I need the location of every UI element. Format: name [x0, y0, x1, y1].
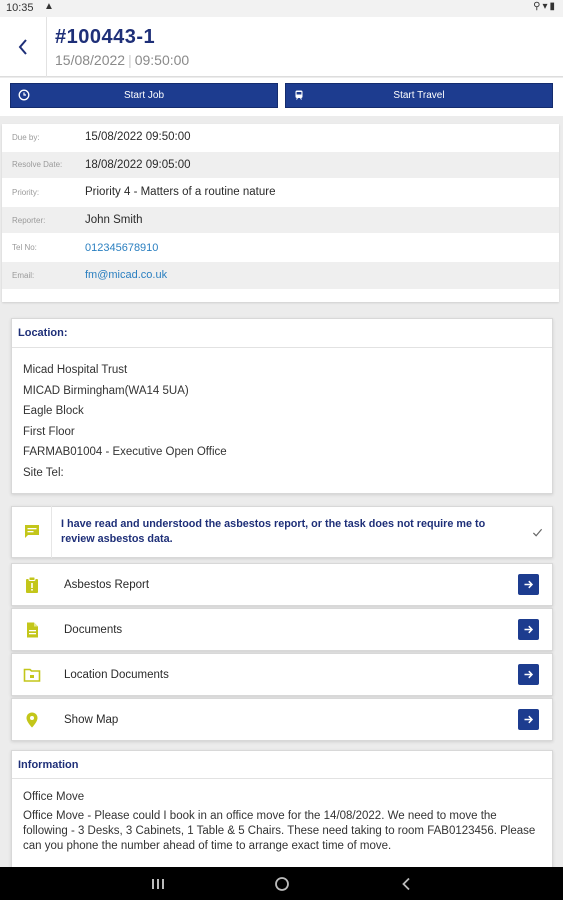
location-card: Location: Micad Hospital Trust MICAD Bir… [11, 318, 553, 494]
job-date: 15/08/2022 [55, 52, 126, 68]
detail-value: 15/08/2022 09:50:00 [85, 131, 191, 144]
start-travel-label: Start Travel [393, 90, 445, 101]
detail-row-tel: Tel No: 012345678910 [2, 234, 559, 262]
map-pin-icon [12, 698, 52, 741]
detail-label: Resolve Date: [12, 160, 63, 170]
document-icon [12, 608, 52, 651]
chat-icon [12, 506, 52, 558]
arrow-right-icon[interactable] [518, 664, 539, 685]
location-line: Eagle Block [23, 405, 84, 417]
action-bar: Start Job Start Travel [0, 78, 563, 116]
documents-row[interactable]: Documents [11, 608, 553, 651]
asbestos-ack-text: I have read and understood the asbestos … [61, 518, 486, 545]
detail-label: Priority: [12, 187, 40, 197]
detail-label: Email: [12, 270, 35, 280]
detail-label: Reporter: [12, 215, 46, 225]
detail-row-resolve: Resolve Date: 18/08/2022 09:05:00 [2, 151, 559, 180]
back-button[interactable] [0, 17, 47, 77]
location-line: First Floor [23, 425, 75, 438]
location-title: Location: [12, 319, 552, 348]
asbestos-acknowledgement[interactable]: I have read and understood the asbestos … [11, 506, 553, 558]
detail-label: Due by: [12, 132, 40, 142]
folder-icon [12, 653, 52, 696]
information-card: Information Office Move Office Move - Pl… [11, 750, 553, 870]
train-icon [295, 90, 303, 100]
job-header: #100443-1 15/08/2022 | 09:50:00 [0, 17, 563, 77]
job-time: 09:50:00 [134, 52, 190, 68]
location-line: Micad Hospital Trust [23, 364, 128, 376]
clock-icon [18, 89, 30, 101]
detail-row-due: Due by: 15/08/2022 09:50:00 [2, 124, 559, 152]
divider: | [128, 52, 132, 68]
system-nav-bar [0, 867, 563, 900]
information-body: Office Move Office Move - Please could I… [12, 779, 552, 854]
location-documents-row[interactable]: Location Documents [11, 653, 553, 696]
detail-value: 18/08/2022 09:05:00 [85, 158, 191, 171]
status-time: 10:35 [6, 2, 34, 14]
location-line: Site Tel: [23, 466, 64, 479]
chevron-left-icon [18, 39, 27, 55]
information-subject: Office Move [23, 791, 85, 803]
start-job-button[interactable]: Start Job [10, 83, 278, 108]
show-map-label: Show Map [64, 713, 119, 726]
job-number: #100443-1 [55, 26, 156, 48]
detail-label: Tel No: [12, 243, 37, 253]
arrow-right-icon[interactable] [518, 709, 539, 730]
location-documents-label: Location Documents [64, 668, 169, 681]
location-address: Micad Hospital Trust MICAD Birmingham(WA… [12, 348, 552, 483]
information-title: Information [12, 751, 552, 779]
clipboard-icon [12, 563, 52, 606]
information-text: Office Move - Please could I book in an … [23, 810, 536, 852]
check-icon [522, 527, 552, 538]
recent-apps-icon[interactable] [148, 875, 168, 892]
location-line: FARMAB01004 - Executive Open Office [23, 446, 227, 458]
show-map-row[interactable]: Show Map [11, 698, 553, 741]
notification-icon: ▲ [44, 1, 54, 12]
email-link[interactable]: fm@micad.co.uk [85, 269, 167, 281]
detail-row-priority: Priority: Priority 4 - Matters of a rout… [2, 179, 559, 207]
home-icon[interactable] [272, 875, 292, 892]
detail-row-email: Email: fm@micad.co.uk [2, 261, 559, 290]
start-job-label: Start Job [123, 90, 165, 101]
asbestos-report-label: Asbestos Report [64, 578, 150, 591]
status-bar: 10:35 ▲ ⚲▾▮ [0, 0, 563, 17]
back-nav-icon[interactable] [396, 875, 416, 892]
job-datetime: 15/08/2022 | 09:50:00 [55, 52, 189, 68]
detail-row-reporter: Reporter: John Smith [2, 206, 559, 235]
status-icons: ⚲▾▮ [533, 1, 557, 12]
phone-link[interactable]: 012345678910 [85, 242, 158, 254]
detail-value: Priority 4 - Matters of a routine nature [85, 186, 276, 199]
location-line: MICAD Birmingham(WA14 5UA) [23, 384, 189, 397]
documents-label: Documents [64, 623, 123, 636]
asbestos-report-row[interactable]: Asbestos Report [11, 563, 553, 606]
job-details: Due by: 15/08/2022 09:50:00 Resolve Date… [2, 124, 559, 302]
detail-value: John Smith [85, 214, 143, 227]
arrow-right-icon[interactable] [518, 619, 539, 640]
start-travel-button[interactable]: Start Travel [285, 83, 553, 108]
arrow-right-icon[interactable] [518, 574, 539, 595]
